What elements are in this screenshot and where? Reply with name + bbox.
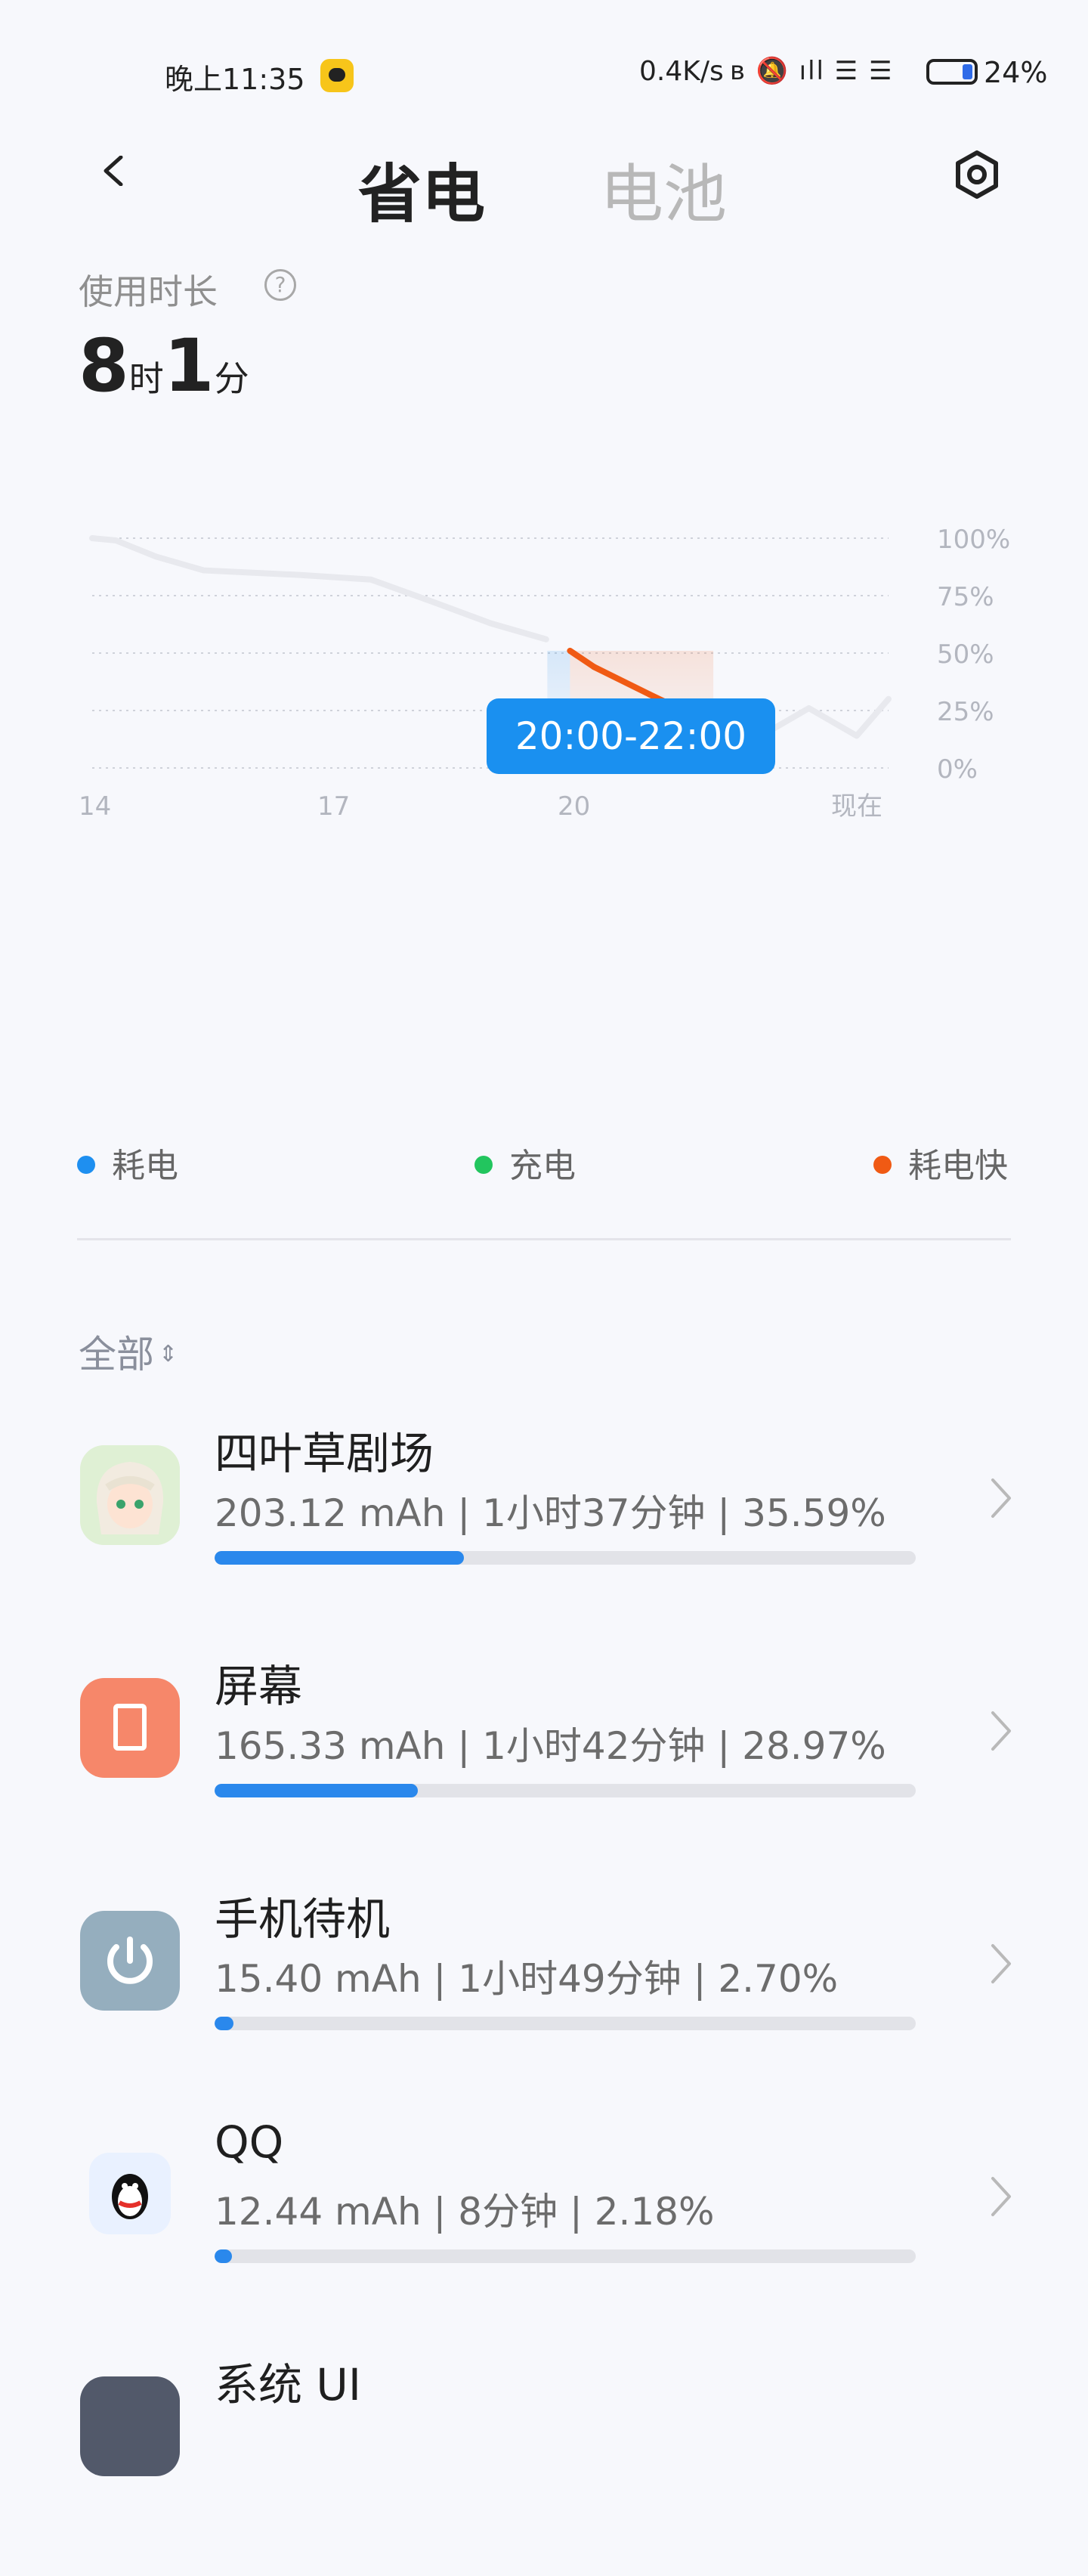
system-status-icons: ʙ 🔕 ıll ☰ ☰: [730, 56, 894, 86]
chevron-right-icon[interactable]: [988, 1708, 1014, 1754]
usage-hours-unit: 时: [128, 358, 164, 399]
x-tick-label: 17: [317, 791, 350, 822]
x-tick-label: 现在: [831, 791, 882, 822]
battery-level-chart[interactable]: 100% 75% 50% 25% 0% 14 17 20 现在: [0, 499, 1088, 1088]
legend-label-charge: 充电: [509, 1147, 576, 1185]
usage-progress-fill: [215, 1784, 418, 1797]
y-tick-label: 50%: [937, 639, 994, 670]
status-time: 晚上11:35: [165, 63, 305, 96]
legend-dot-charge: [474, 1156, 493, 1174]
tab-power-saving[interactable]: 省电: [358, 144, 485, 235]
app-usage-row[interactable]: 系统 UI: [0, 2349, 1088, 2576]
usage-duration-value: 8时1分: [79, 324, 249, 408]
x-tick-label: 14: [79, 791, 111, 822]
app-usage-stats: 15.40 mAh | 1小时49分钟 | 2.70%: [215, 1957, 839, 2001]
app-name: QQ: [215, 2116, 284, 2168]
help-icon[interactable]: ?: [264, 269, 296, 301]
app-usage-stats: 12.44 mAh | 8分钟 | 2.18%: [215, 2190, 715, 2234]
power-icon: [80, 1911, 180, 2011]
usage-hours: 8: [79, 324, 129, 408]
filter-dropdown[interactable]: 全部 ⇕: [79, 1324, 178, 1379]
legend-item-charge: 充电: [474, 1138, 576, 1187]
chart-time-range-tooltip: 20:00-22:00: [487, 698, 775, 774]
filter-label: 全部: [79, 1333, 154, 1376]
back-arrow-icon[interactable]: [98, 156, 128, 186]
usage-progress-fill: [215, 1551, 465, 1565]
divider: [77, 1238, 1011, 1240]
legend-label-drain: 耗电: [112, 1147, 178, 1185]
app-usage-row[interactable]: 手机待机 15.40 mAh | 1小时49分钟 | 2.70%: [0, 1884, 1088, 2110]
usage-progress-bar: [215, 2249, 916, 2263]
usage-progress-fill: [215, 2017, 234, 2030]
usage-progress-bar: [215, 1551, 916, 1565]
usage-duration-label: 使用时长: [79, 271, 218, 312]
usage-progress-fill: [215, 2249, 233, 2263]
background-series-line: [89, 535, 549, 642]
sort-toggle-icon: ⇕: [159, 1341, 178, 1367]
battery-icon: [926, 59, 978, 85]
app-name: 系统 UI: [215, 2359, 361, 2410]
x-tick-label: 20: [558, 791, 590, 822]
system-ui-icon: [80, 2376, 180, 2476]
chat-notification-icon: [320, 59, 354, 92]
legend-dot-drain: [77, 1156, 95, 1174]
battery-percent: 24%: [984, 56, 1048, 89]
usage-minutes-unit: 分: [214, 358, 249, 399]
app-name: 手机待机: [215, 1893, 391, 1945]
legend-label-fast-drain: 耗电快: [908, 1147, 1008, 1185]
tab-battery[interactable]: 电池: [600, 144, 727, 235]
y-tick-label: 100%: [937, 525, 1010, 555]
y-tick-label: 0%: [937, 754, 978, 785]
y-tick-label: 25%: [937, 697, 994, 727]
network-speed: 0.4K/s: [639, 56, 724, 87]
usage-progress-bar: [215, 2017, 916, 2030]
app-usage-row[interactable]: 屏幕 165.33 mAh | 1小时42分钟 | 28.97%: [0, 1651, 1088, 1878]
usage-progress-bar: [215, 1784, 916, 1797]
app-usage-row[interactable]: QQ 12.44 mAh | 8分钟 | 2.18%: [0, 2116, 1088, 2343]
screen-icon: [80, 1678, 180, 1778]
qq-penguin-icon: [89, 2153, 171, 2234]
app-usage-row[interactable]: 四叶草剧场 203.12 mAh | 1小时37分钟 | 35.59%: [0, 1418, 1088, 1645]
game-avatar-icon: [80, 1445, 180, 1545]
app-name: 四叶草剧场: [215, 1428, 434, 1479]
chevron-right-icon[interactable]: [988, 2174, 1014, 2219]
usage-minutes: 1: [163, 324, 215, 408]
app-usage-stats: 165.33 mAh | 1小时42分钟 | 28.97%: [215, 1724, 886, 1768]
battery-fill: [963, 64, 972, 79]
settings-gear-icon[interactable]: [950, 148, 1003, 201]
chevron-right-icon[interactable]: [988, 1475, 1014, 1521]
legend-item-fast-drain: 耗电快: [873, 1138, 1008, 1187]
legend-item-drain: 耗电: [77, 1138, 178, 1187]
legend-dot-fast-drain: [873, 1156, 892, 1174]
app-name: 屏幕: [215, 1661, 303, 1712]
app-usage-stats: 203.12 mAh | 1小时37分钟 | 35.59%: [215, 1491, 886, 1535]
y-tick-label: 75%: [937, 582, 994, 612]
status-bar: 晚上11:35 0.4K/s ʙ 🔕 ıll ☰ ☰ 24%: [0, 44, 1088, 104]
chevron-right-icon[interactable]: [988, 1941, 1014, 1986]
